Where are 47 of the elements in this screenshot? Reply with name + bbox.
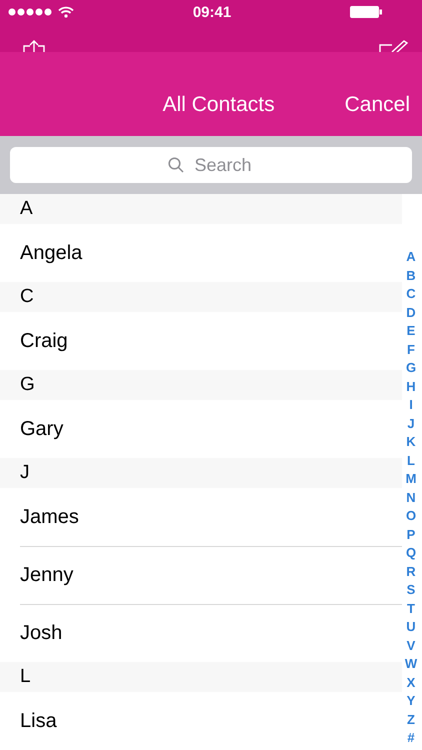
section-header: J bbox=[0, 458, 402, 488]
index-letter[interactable]: T bbox=[407, 600, 415, 618]
contact-row[interactable]: James bbox=[0, 488, 402, 546]
contact-row[interactable]: Angela bbox=[0, 224, 402, 282]
index-letter[interactable]: A bbox=[406, 248, 416, 267]
index-letter[interactable]: Q bbox=[406, 544, 416, 563]
index-letter[interactable]: X bbox=[406, 674, 416, 692]
section-header: L bbox=[0, 662, 402, 692]
wifi-icon bbox=[58, 6, 74, 18]
contact-row[interactable]: Jenny bbox=[0, 546, 402, 604]
signal-icon bbox=[8, 8, 54, 16]
index-letter[interactable]: L bbox=[407, 452, 415, 470]
index-letter[interactable]: W bbox=[404, 655, 418, 674]
contact-row[interactable]: Craig bbox=[0, 312, 402, 370]
index-letter[interactable]: # bbox=[407, 729, 415, 748]
cancel-button[interactable]: Cancel bbox=[344, 93, 410, 118]
index-letter[interactable]: V bbox=[406, 636, 416, 656]
index-letter[interactable]: B bbox=[406, 266, 416, 286]
index-letter[interactable]: O bbox=[406, 507, 416, 526]
index-letter[interactable]: R bbox=[406, 562, 416, 582]
compose-icon[interactable] bbox=[378, 40, 410, 52]
index-letter[interactable]: H bbox=[406, 378, 416, 396]
index-letter[interactable]: C bbox=[406, 285, 416, 304]
index-letter[interactable]: G bbox=[406, 359, 416, 378]
sheet-title: All Contacts bbox=[162, 93, 275, 118]
index-letter[interactable]: D bbox=[406, 304, 416, 322]
index-letter[interactable]: E bbox=[406, 322, 416, 341]
contact-row[interactable]: Josh bbox=[0, 604, 402, 662]
index-letter[interactable]: K bbox=[406, 433, 416, 452]
index-letter[interactable]: J bbox=[407, 414, 415, 434]
section-header: C bbox=[0, 282, 402, 312]
index-letter[interactable]: N bbox=[406, 488, 416, 508]
index-letter[interactable]: Y bbox=[406, 692, 416, 711]
index-letter[interactable]: S bbox=[406, 581, 416, 600]
contact-row[interactable]: Lisa bbox=[0, 692, 402, 750]
index-letter[interactable]: F bbox=[407, 340, 415, 360]
index-letter[interactable]: M bbox=[406, 470, 416, 489]
section-header: A bbox=[0, 194, 402, 224]
contact-row[interactable]: Gary bbox=[0, 400, 402, 458]
index-letter[interactable]: P bbox=[406, 526, 416, 544]
search-icon bbox=[168, 157, 184, 174]
section-header: G bbox=[0, 370, 402, 400]
index-letter[interactable]: U bbox=[406, 618, 416, 637]
index-letter[interactable]: Z bbox=[407, 710, 415, 730]
status-time: 09:41 bbox=[192, 4, 232, 20]
search-field[interactable]: Search bbox=[10, 147, 412, 184]
index-letter[interactable]: I bbox=[409, 396, 413, 415]
